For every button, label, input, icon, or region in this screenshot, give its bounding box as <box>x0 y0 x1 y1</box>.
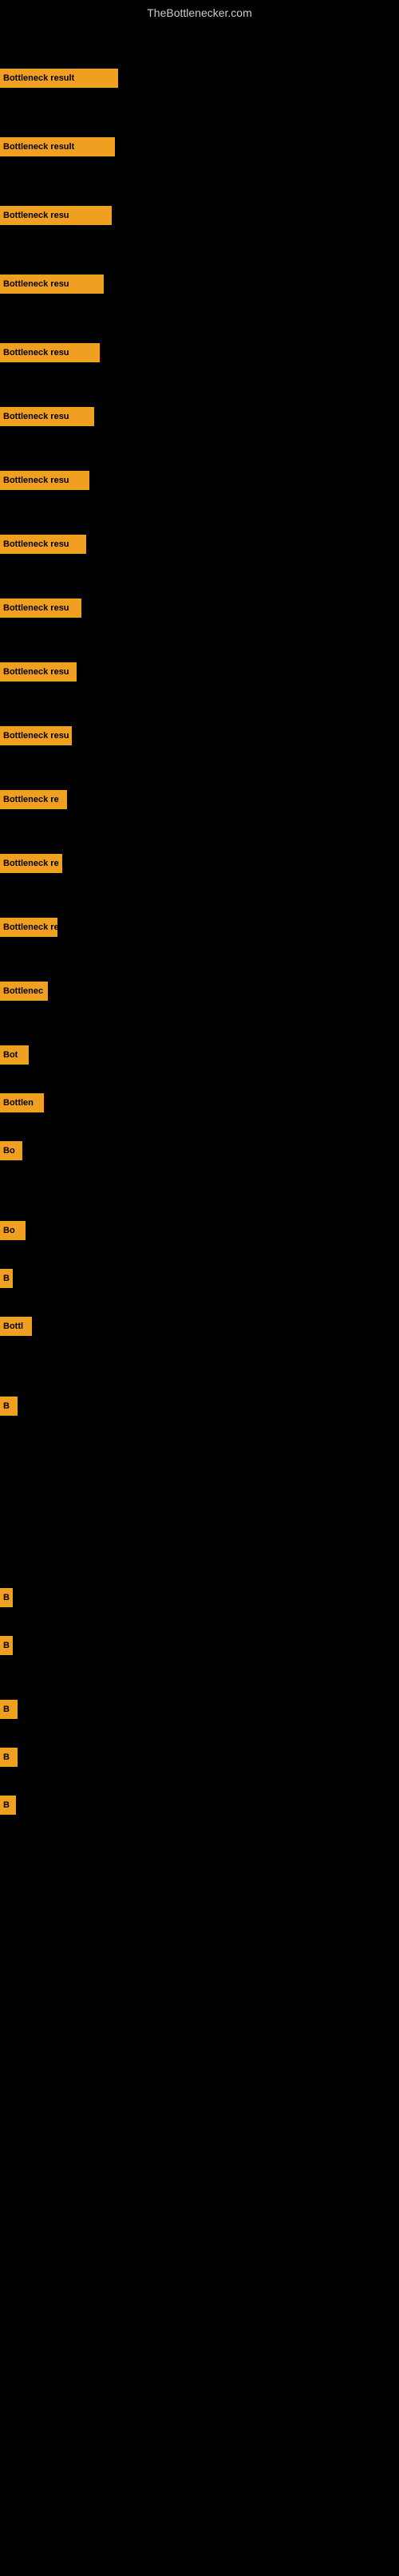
bar-row-12: Bottleneck re <box>0 788 67 811</box>
bar-row-20: B <box>0 1267 13 1290</box>
bottleneck-bar-19: Bo <box>0 1221 26 1240</box>
bottleneck-bar-5: Bottleneck resu <box>0 343 100 362</box>
bottleneck-bar-16: Bot <box>0 1045 29 1065</box>
bottleneck-bar-12: Bottleneck re <box>0 790 67 809</box>
bottleneck-bar-4: Bottleneck resu <box>0 275 104 294</box>
bottleneck-bar-25: B <box>0 1700 18 1719</box>
bar-row-25: B <box>0 1698 18 1721</box>
bottleneck-bar-1: Bottleneck result <box>0 69 118 88</box>
bottleneck-bar-14: Bottleneck re <box>0 918 57 937</box>
bottleneck-bar-17: Bottlen <box>0 1093 44 1112</box>
bar-row-4: Bottleneck resu <box>0 273 104 295</box>
bottleneck-bar-8: Bottleneck resu <box>0 535 86 554</box>
bar-row-2: Bottleneck result <box>0 136 115 158</box>
bottleneck-bar-2: Bottleneck result <box>0 137 115 156</box>
bottleneck-bar-23: B <box>0 1588 13 1607</box>
bottleneck-bar-7: Bottleneck resu <box>0 471 89 490</box>
bottleneck-bar-22: B <box>0 1397 18 1416</box>
bottleneck-bar-21: Bottl <box>0 1317 32 1336</box>
bar-row-16: Bot <box>0 1044 29 1066</box>
bar-row-18: Bo <box>0 1140 22 1162</box>
bar-row-1: Bottleneck result <box>0 67 118 89</box>
bar-row-23: B <box>0 1586 13 1609</box>
bar-row-8: Bottleneck resu <box>0 533 86 555</box>
bar-row-5: Bottleneck resu <box>0 342 100 364</box>
site-title: TheBottlenecker.com <box>0 0 399 22</box>
bottleneck-bar-15: Bottlenec <box>0 982 48 1001</box>
bottleneck-bar-6: Bottleneck resu <box>0 407 94 426</box>
bar-row-6: Bottleneck resu <box>0 405 94 428</box>
bar-row-22: B <box>0 1395 18 1417</box>
bar-row-27: B <box>0 1794 16 1816</box>
bottleneck-bar-11: Bottleneck resu <box>0 726 72 745</box>
bar-row-7: Bottleneck resu <box>0 469 89 492</box>
bar-row-21: Bottl <box>0 1315 32 1337</box>
bar-row-11: Bottleneck resu <box>0 725 72 747</box>
bar-row-3: Bottleneck resu <box>0 204 112 227</box>
bottleneck-bar-20: B <box>0 1269 13 1288</box>
bottleneck-bar-10: Bottleneck resu <box>0 662 77 682</box>
bottleneck-bar-18: Bo <box>0 1141 22 1160</box>
bar-row-17: Bottlen <box>0 1092 44 1114</box>
bar-row-14: Bottleneck re <box>0 916 57 938</box>
bar-row-9: Bottleneck resu <box>0 597 81 619</box>
bottleneck-bar-26: B <box>0 1748 18 1767</box>
bottleneck-bar-24: B <box>0 1636 13 1655</box>
bottleneck-bar-13: Bottleneck re <box>0 854 62 873</box>
bar-row-26: B <box>0 1746 18 1768</box>
bar-row-15: Bottlenec <box>0 980 48 1002</box>
bar-row-19: Bo <box>0 1219 26 1242</box>
bar-row-10: Bottleneck resu <box>0 661 77 683</box>
bar-row-13: Bottleneck re <box>0 852 62 875</box>
bottleneck-bar-3: Bottleneck resu <box>0 206 112 225</box>
bottleneck-bar-27: B <box>0 1796 16 1815</box>
bottleneck-bar-9: Bottleneck resu <box>0 599 81 618</box>
bar-row-24: B <box>0 1634 13 1657</box>
